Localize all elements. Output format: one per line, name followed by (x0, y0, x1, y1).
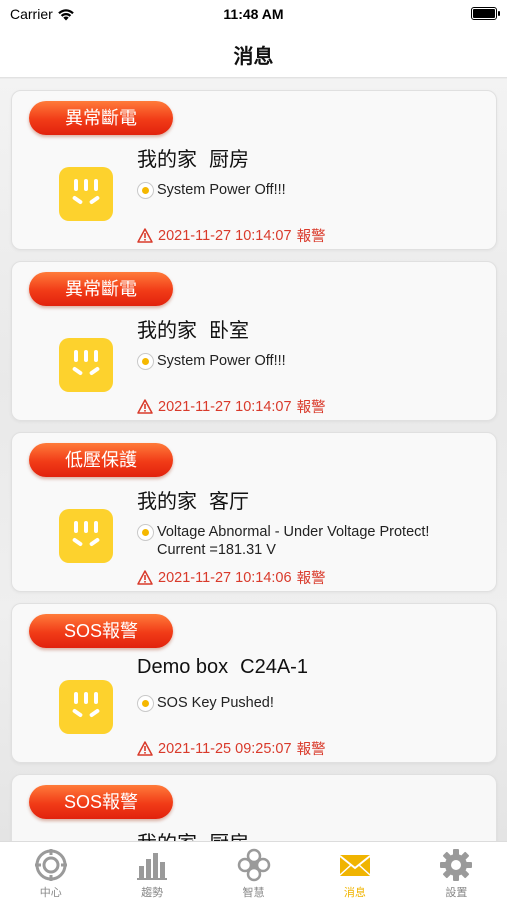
bar-chart-icon (137, 853, 168, 880)
alert-type-badge: SOS報警 (29, 614, 173, 648)
status-dot-icon (137, 695, 154, 712)
status-bar: Carrier 11:48 AM (0, 0, 507, 28)
message-content: Voltage Abnormal - Under Voltage Protect… (137, 523, 477, 559)
room-name: C24A-1 (240, 656, 308, 678)
warning-icon (137, 570, 153, 585)
alarm-time: 2021-11-25 09:25:07 (158, 740, 292, 757)
gear-icon (440, 849, 473, 881)
message-list[interactable]: 異常斷電 我的家 厨房 System Power Off!!! 2021-11-2… (0, 79, 507, 841)
alarm-level: 報警 (296, 229, 326, 245)
message-text: System Power Off!!! (157, 182, 286, 198)
tab-center[interactable]: 中心 (0, 842, 101, 900)
battery-icon (471, 7, 500, 20)
room-name: 客厅 (209, 491, 249, 513)
message-card[interactable]: SOS報警 我的家 厨房 (11, 774, 497, 841)
target-icon (34, 849, 67, 881)
tab-label: 智慧 (242, 887, 265, 899)
tab-smart[interactable]: 智慧 (203, 842, 304, 900)
socket-icon (59, 338, 113, 392)
status-dot-icon (137, 524, 154, 541)
envelope-icon (339, 855, 371, 876)
tab-label: 中心 (39, 887, 62, 899)
device-location: 我的家 客厅 (137, 485, 249, 514)
tab-trend[interactable]: 趨勢 (101, 842, 202, 900)
room-name: 厨房 (209, 833, 249, 841)
tab-label: 趨勢 (141, 887, 164, 899)
message-card[interactable]: SOS報警 Demo box C24A-1 SOS Key Pushed! 202… (11, 603, 497, 763)
nav-bar: 消息 (0, 28, 507, 78)
tab-settings[interactable]: 設置 (406, 842, 507, 900)
warning-icon (137, 228, 153, 243)
alarm-time: 2021-11-27 10:14:06 (158, 569, 292, 586)
alarm-info: 2021-11-27 10:14:07 報警 (137, 396, 326, 417)
device-location: 我的家 厨房 (137, 827, 249, 841)
message-text: Voltage Abnormal - Under Voltage Protect… (157, 524, 430, 558)
alert-type-badge: 低壓保護 (29, 443, 173, 477)
alert-type-badge: SOS報警 (29, 785, 173, 819)
device-location: 我的家 卧室 (137, 314, 249, 343)
home-name: Demo box (137, 656, 229, 678)
tab-label: 設置 (445, 887, 468, 899)
status-dot-icon (137, 353, 154, 370)
alert-type-badge: 異常斷電 (29, 101, 173, 135)
socket-icon (59, 509, 113, 563)
home-name: 我的家 (137, 149, 197, 171)
alarm-info: 2021-11-27 10:14:06 報警 (137, 567, 326, 588)
tab-label: 消息 (343, 887, 366, 899)
tab-messages[interactable]: 消息 (304, 842, 405, 900)
alert-type-badge: 異常斷電 (29, 272, 173, 306)
room-name: 卧室 (209, 320, 249, 342)
warning-icon (137, 741, 153, 756)
flower-icon (237, 848, 270, 882)
home-name: 我的家 (137, 833, 197, 841)
alarm-info: 2021-11-25 09:25:07 報警 (137, 738, 326, 759)
alarm-time: 2021-11-27 10:14:07 (158, 398, 292, 415)
tab-bar: 中心 趨勢 智慧 消息 設置 (0, 841, 507, 900)
alarm-info: 2021-11-27 10:14:07 報警 (137, 225, 326, 246)
home-name: 我的家 (137, 320, 197, 342)
message-card[interactable]: 低壓保護 我的家 客厅 Voltage Abnormal - Under Volt… (11, 432, 497, 592)
home-name: 我的家 (137, 491, 197, 513)
socket-icon (59, 167, 113, 221)
message-content: System Power Off!!! (137, 352, 477, 370)
alarm-level: 報警 (296, 571, 326, 587)
device-location: 我的家厨房 (137, 143, 249, 172)
status-dot-icon (137, 182, 154, 199)
alarm-time: 2021-11-27 10:14:07 (158, 227, 292, 244)
clock: 11:48 AM (223, 6, 284, 22)
device-location: Demo box C24A-1 (137, 656, 308, 679)
message-content: SOS Key Pushed! (137, 694, 477, 712)
alarm-level: 報警 (296, 400, 326, 416)
message-card[interactable]: 異常斷電 我的家 厨房 System Power Off!!! 2021-11-2… (11, 90, 497, 250)
message-text: System Power Off!!! (157, 353, 286, 369)
alarm-level: 報警 (296, 742, 326, 758)
warning-icon (137, 399, 153, 414)
room-name: 厨房 (209, 149, 249, 171)
page-title: 消息 (233, 46, 274, 68)
message-content: System Power Off!!! (137, 181, 477, 199)
socket-icon (59, 680, 113, 734)
message-card[interactable]: 異常斷電 我的家 卧室 System Power Off!!! 2021-11-2… (11, 261, 497, 421)
message-text: SOS Key Pushed! (157, 695, 274, 711)
